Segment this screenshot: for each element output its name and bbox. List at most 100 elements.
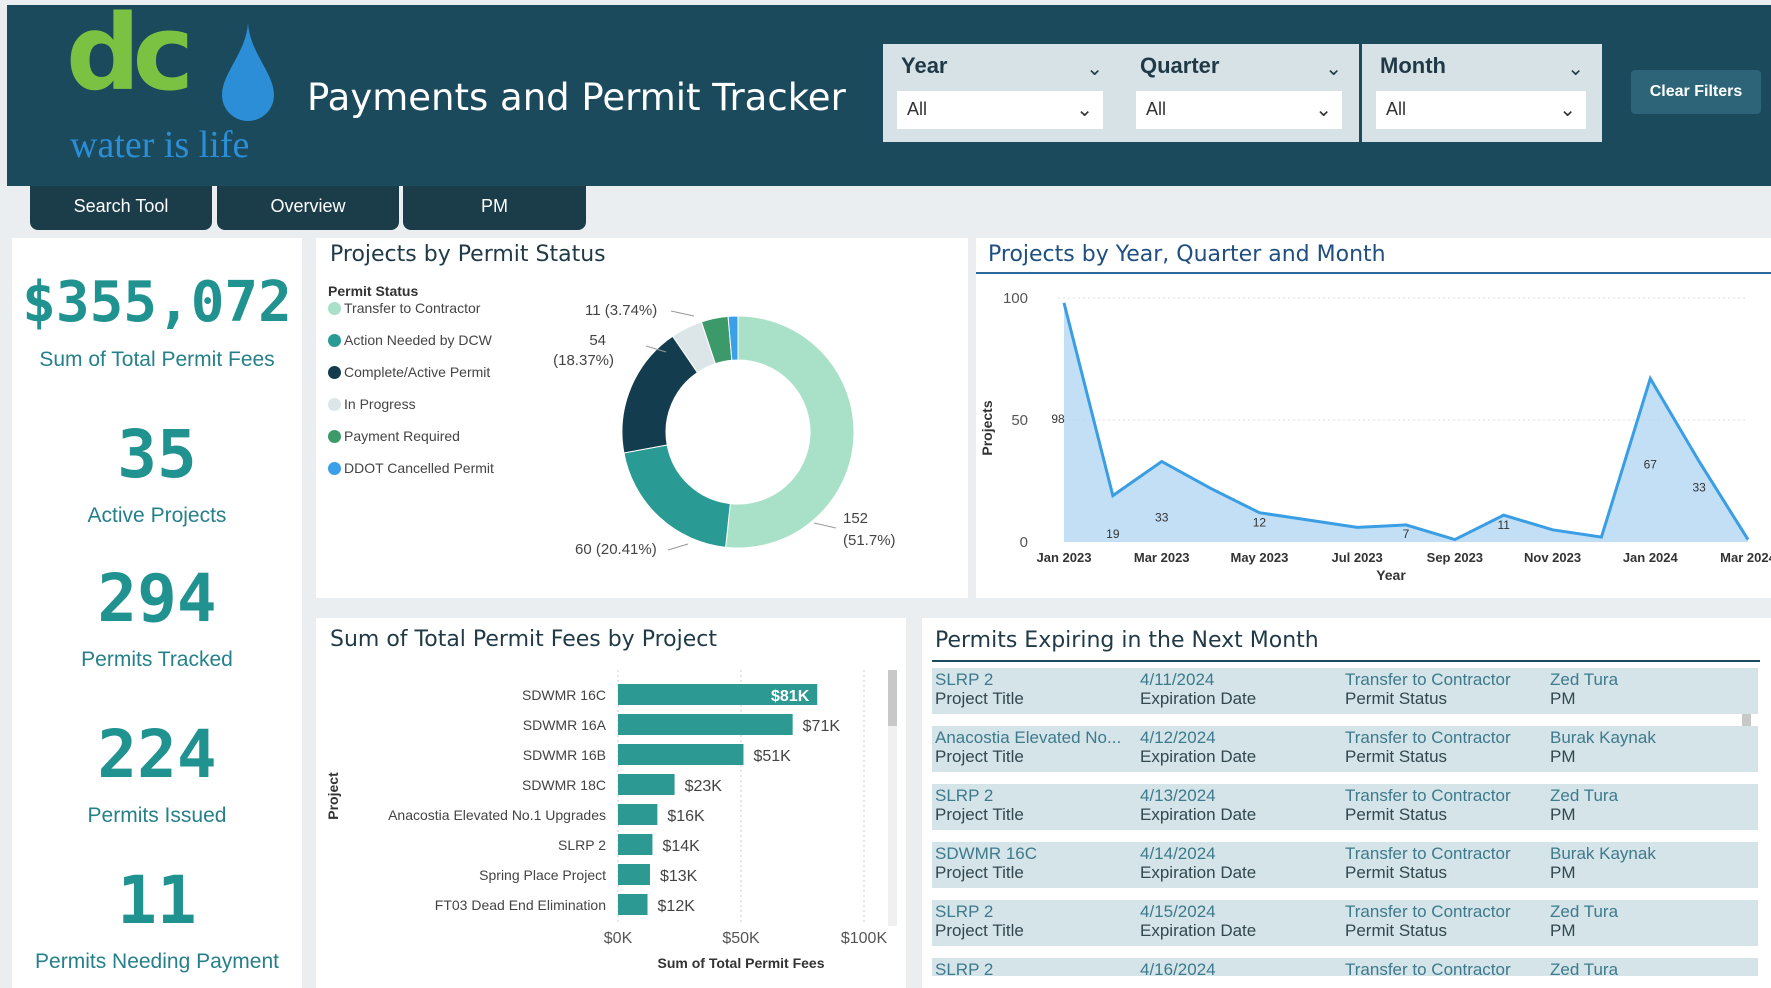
table-row[interactable]: SLRP 2 Project Title 4/13/2024 Expiration D… xyxy=(932,784,1758,830)
cell-value: Burak Kaynak xyxy=(1550,728,1656,747)
x-tick-label: Jul 2023 xyxy=(1331,550,1382,565)
scrollbar-thumb[interactable] xyxy=(888,670,897,726)
cell-value: SLRP 2 xyxy=(935,902,994,921)
leader-line xyxy=(667,543,689,551)
cell-field-label: PM xyxy=(1550,747,1576,766)
bar-chart: $0K $50K $100K SDWMR 16C $81K SDWMR 16A $71K SD… xyxy=(325,670,887,971)
cell-value: Anacostia Elevated No... xyxy=(935,728,1122,747)
chevron-down-icon[interactable]: ⌄ xyxy=(1315,97,1332,121)
table-cell: Transfer to ContractorPermit Status xyxy=(1345,786,1511,824)
cell-value: Zed Tura xyxy=(1550,902,1619,921)
cell-field-label: PM xyxy=(1550,689,1576,708)
y-axis-label: Projects xyxy=(979,400,995,455)
cell-value: Transfer to Contractor xyxy=(1345,670,1511,689)
active-projects-label: Active Projects xyxy=(87,504,227,527)
table-cell: 4/13/2024 Expiration Date xyxy=(1140,786,1256,824)
quarter-filter-label: Quarter xyxy=(1140,53,1220,78)
area-chart: 0 50 100 98 19 33 12 7 11 67 33 Jan 2023 Mar 2023 May… xyxy=(979,290,1771,583)
table-cell: Transfer to ContractorPermit Status xyxy=(1345,902,1511,940)
cell-value: SLRP 2 xyxy=(935,960,994,976)
bar xyxy=(618,744,744,765)
table-row[interactable]: Anacostia Elevated No... Project Title 4/1… xyxy=(932,726,1758,772)
table-cell: Transfer to ContractorPermit Status xyxy=(1345,728,1511,766)
donut-label-transfer-pct: (51.7%) xyxy=(843,532,896,549)
table-row[interactable]: SLRP 2 Project Title 4/11/2024 Expiration D… xyxy=(932,668,1758,714)
donut-label-action: 60 (20.41%) xyxy=(575,541,657,558)
cell-field-label: Expiration Date xyxy=(1140,921,1257,940)
year-select-value: All xyxy=(907,99,928,119)
logo-tagline: water is life xyxy=(70,124,250,166)
permits-needing-payment-value: 11 xyxy=(117,862,197,939)
x-tick-label: $50K xyxy=(722,930,760,947)
donut-chart: 11 (3.74%) 54 (18.37%) 60 (20.41%) 152 (… xyxy=(553,302,896,558)
year-select[interactable]: All ⌄ xyxy=(897,91,1103,129)
permits-issued-label: Permits Issued xyxy=(87,804,227,827)
x-tick-label: Mar 2024 xyxy=(1720,550,1771,565)
chevron-down-icon[interactable]: ⌄ xyxy=(1325,56,1342,80)
chevron-down-icon[interactable]: ⌄ xyxy=(1076,97,1093,121)
table-row[interactable]: SLRP 2 Project Title 4/15/2024 Expiration D… xyxy=(932,900,1758,946)
table-cell: Anacostia Elevated No... Project Title xyxy=(935,728,1121,766)
cell-value: Transfer to Contractor xyxy=(1345,902,1511,921)
table-cell: Transfer to ContractorPermit Status xyxy=(1345,844,1511,882)
cell-field-label: Project Title xyxy=(935,747,1024,766)
table-cell: 4/14/2024 Expiration Date xyxy=(1140,844,1256,882)
kpi-panel: $355,072 Sum of Total Permit Fees 35 Act… xyxy=(12,238,302,988)
quarter-select[interactable]: All ⌄ xyxy=(1136,91,1342,129)
clear-filters-button[interactable]: Clear Filters xyxy=(1631,70,1761,114)
data-label: $81K xyxy=(771,688,810,705)
data-label: $13K xyxy=(660,868,698,885)
table-cell: 4/12/2024 Expiration Date xyxy=(1140,728,1256,766)
cell-field-label: Permit Status xyxy=(1345,689,1448,708)
cell-value: Transfer to Contractor xyxy=(1345,728,1511,747)
bar xyxy=(618,894,648,915)
cell-field-label: Expiration Date xyxy=(1140,689,1257,708)
table-cell: Zed TuraPM xyxy=(1550,902,1618,940)
table-cell: Burak Kaynak PM xyxy=(1550,844,1656,882)
data-label: $71K xyxy=(803,718,841,735)
cell-field-label: Project Title xyxy=(935,805,1024,824)
cell-field-label: Expiration Date xyxy=(1140,805,1257,824)
y-tick-label: 50 xyxy=(1011,412,1028,429)
year-filter-label: Year xyxy=(901,53,948,78)
tab-overview[interactable]: Overview xyxy=(217,186,399,230)
cell-value: SLRP 2 xyxy=(935,786,994,805)
projects-by-month-card: Projects by Year, Quarter and Month 0 50 1… xyxy=(976,238,1771,598)
donut-label-complete-pct: (18.37%) xyxy=(553,352,614,369)
data-label: $16K xyxy=(667,808,705,825)
scrollbar-track[interactable] xyxy=(888,670,897,926)
x-tick-label: Nov 2023 xyxy=(1524,550,1581,565)
permit-status-card: Projects by Permit Status Permit Status … xyxy=(316,238,968,598)
chevron-down-icon[interactable]: ⌄ xyxy=(1086,56,1103,80)
leader-line xyxy=(813,522,837,529)
tab-search-tool[interactable]: Search Tool xyxy=(30,186,212,230)
quarter-filter[interactable]: Quarter ⌄ All ⌄ xyxy=(1122,44,1360,142)
cell-value: Transfer to Contractor xyxy=(1345,844,1511,863)
category-label: SLRP 2 xyxy=(558,837,606,853)
chevron-down-icon[interactable]: ⌄ xyxy=(1559,97,1576,121)
tab-pm[interactable]: PM xyxy=(403,186,586,230)
y-tick-label: 100 xyxy=(1003,290,1028,307)
cell-value: 4/11/2024 xyxy=(1140,670,1215,689)
cell-field-label: Project Title xyxy=(935,921,1024,940)
data-label: 33 xyxy=(1692,480,1706,494)
data-label: 98 xyxy=(1051,412,1065,426)
x-tick-label: Jan 2024 xyxy=(1623,550,1679,565)
table-cell: Transfer to ContractorPermit Status xyxy=(1345,670,1511,708)
cell-field-label: Expiration Date xyxy=(1140,747,1257,766)
table-row[interactable]: SDWMR 16C Project Title 4/14/2024 Expiratio… xyxy=(932,842,1758,888)
x-axis-label: Year xyxy=(1376,567,1406,583)
month-filter[interactable]: Month ⌄ All ⌄ xyxy=(1362,44,1602,142)
x-tick-label: Mar 2023 xyxy=(1134,550,1190,565)
dc-water-logo: dc water is life xyxy=(60,1,280,175)
year-filter[interactable]: Year ⌄ All ⌄ xyxy=(883,44,1121,142)
category-label: Anacostia Elevated No.1 Upgrades xyxy=(388,807,606,823)
table-cell: SLRP 2Project Title xyxy=(935,902,1024,940)
month-select[interactable]: All ⌄ xyxy=(1376,91,1586,129)
table-row[interactable]: SLRP 2Project Title 4/16/2024Expiration D… xyxy=(932,958,1758,976)
donut-label-complete-value: 54 xyxy=(589,332,606,349)
cell-field-label: Permit Status xyxy=(1345,921,1448,940)
x-axis-label: Sum of Total Permit Fees xyxy=(658,955,825,971)
table-cell: SLRP 2Project Title xyxy=(935,960,1024,976)
chevron-down-icon[interactable]: ⌄ xyxy=(1567,56,1584,80)
